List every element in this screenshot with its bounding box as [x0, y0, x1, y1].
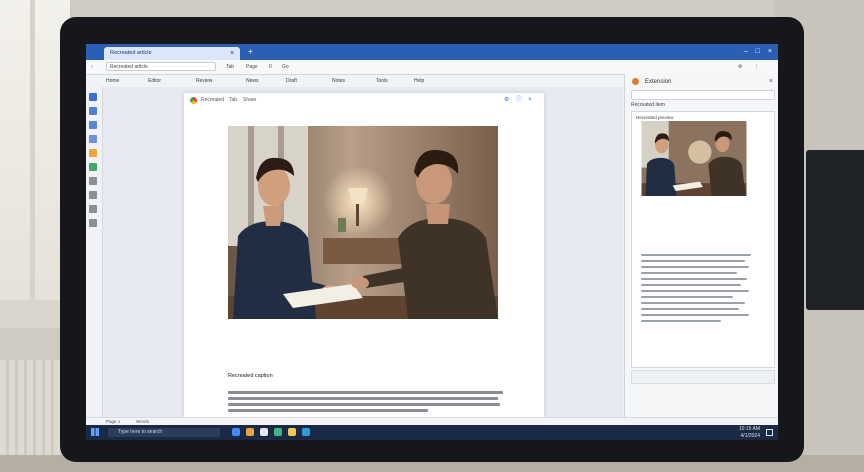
files-app-icon[interactable] [288, 428, 296, 436]
url-field[interactable]: Recreated article [106, 62, 216, 71]
sidebar-text-line [641, 254, 751, 256]
tab-title: Recreated article [110, 50, 152, 56]
sidebar-text-line [641, 278, 747, 280]
article-photo [228, 126, 498, 319]
mail-app-icon[interactable] [302, 428, 310, 436]
taskbar-search-placeholder: Type here to search [118, 429, 163, 435]
sidebar-text-line [641, 290, 749, 292]
sidebar-row[interactable]: Recreated item [631, 101, 665, 109]
browser-app-icon[interactable] [274, 428, 282, 436]
share-icon[interactable] [89, 163, 97, 171]
two-men-photo [228, 126, 498, 319]
header-tag: Share [243, 97, 257, 103]
sidebar-text-line [641, 260, 745, 262]
grid-icon[interactable] [89, 191, 97, 199]
bookmark-item[interactable]: News [246, 76, 259, 86]
bookmark-item[interactable]: Home [106, 76, 119, 86]
home-icon[interactable] [89, 93, 97, 101]
address-bar: ‹ Recreated article Tab Page 0 Go ⚙ ⋮ [86, 60, 778, 75]
close-icon[interactable]: × [528, 96, 532, 104]
header-tag: Tab [229, 97, 238, 103]
window-controls: – □ × [744, 47, 772, 57]
text-line [228, 409, 428, 412]
taskbar-search[interactable]: Type here to search [108, 428, 220, 437]
monitor-screen: Recreated article × + – □ × ‹ Recreated … [86, 44, 778, 440]
store-icon[interactable] [260, 428, 268, 436]
text-line [228, 391, 503, 394]
extension-sidebar: Extension × Recreated item Recreated pre… [624, 74, 778, 417]
bookmark-item[interactable]: Help [414, 76, 424, 86]
note-icon[interactable] [89, 149, 97, 157]
sidebar-search-input[interactable] [631, 90, 775, 100]
sidebar-text-line [641, 308, 739, 310]
download-icon[interactable] [89, 135, 97, 143]
tab-close-icon[interactable]: × [230, 49, 234, 58]
back-icon[interactable]: ‹ [91, 62, 93, 72]
toolbar-item-1[interactable]: Tab [226, 62, 234, 72]
bookmark-item[interactable]: Tools [376, 76, 388, 86]
start-menu-icon[interactable] [91, 428, 99, 436]
sidebar-text-line [641, 320, 721, 322]
toolbar-item-4[interactable]: Go [282, 62, 289, 72]
sidebar-photo [640, 121, 748, 196]
article-header: Recreated Tab Share ⚙ ⓘ × [184, 93, 544, 107]
bookmark-item[interactable]: Notes [332, 76, 345, 86]
article-page: Recreated Tab Share ⚙ ⓘ × Recreated capt… [184, 93, 544, 418]
history-icon[interactable] [89, 121, 97, 129]
sidebar-text-line [641, 272, 737, 274]
bookmark-icon[interactable] [89, 107, 97, 115]
header-tag: Recreated [201, 97, 225, 103]
sidebar-close-icon[interactable]: × [769, 77, 773, 86]
taskbar: Type here to search 10:15 AM 4/1/2024 [86, 425, 778, 440]
extensions-icon[interactable]: ⚙ [738, 62, 742, 72]
toolbar-item-2[interactable]: Page [246, 62, 258, 72]
info-icon[interactable]: ⓘ [516, 96, 522, 104]
notification-icon[interactable] [766, 429, 773, 436]
menu-icon[interactable]: ⋮ [754, 62, 759, 72]
bookmark-item[interactable]: Review [196, 76, 212, 86]
tag-icon[interactable] [89, 205, 97, 213]
bookmark-item[interactable]: Editor [148, 76, 161, 86]
text-line [228, 397, 498, 400]
url-text: Recreated article [110, 64, 148, 70]
sidebar-title: Extension [645, 79, 672, 85]
system-clock[interactable]: 10:15 AM 4/1/2024 [739, 426, 760, 439]
list-icon[interactable] [89, 177, 97, 185]
sidebar-text-line [641, 284, 741, 286]
sidebar-text-line [641, 266, 749, 268]
browser-tab[interactable]: Recreated article [104, 47, 240, 60]
explorer-icon[interactable] [246, 428, 254, 436]
bookmark-item[interactable]: Draft [286, 76, 297, 86]
settings-icon[interactable]: ⚙ [504, 96, 509, 104]
sidebar-text-line [641, 302, 745, 304]
clock-time: 10:15 AM [738, 426, 760, 432]
browser-titlebar: Recreated article × + – □ × [86, 44, 778, 60]
maximize-button[interactable]: □ [756, 47, 760, 57]
toolbar-item-3[interactable]: 0 [269, 62, 272, 72]
two-men-thumbnail [641, 121, 747, 196]
app-logo-icon [190, 97, 197, 104]
photo-caption: Recreated caption [228, 373, 273, 379]
close-window-button[interactable]: × [768, 47, 772, 57]
settings-icon[interactable] [89, 219, 97, 227]
text-line [228, 403, 500, 406]
sidebar-footer [631, 370, 775, 384]
second-monitor [806, 150, 864, 310]
minimize-button[interactable]: – [744, 47, 748, 57]
clock-date: 4/1/2024 [740, 432, 760, 439]
new-tab-button[interactable]: + [248, 47, 253, 57]
sidebar-text-line [641, 296, 733, 298]
extension-logo-icon [632, 78, 639, 85]
taskview-icon[interactable] [232, 428, 240, 436]
left-tool-strip [86, 87, 103, 417]
sidebar-text-line [641, 314, 749, 316]
